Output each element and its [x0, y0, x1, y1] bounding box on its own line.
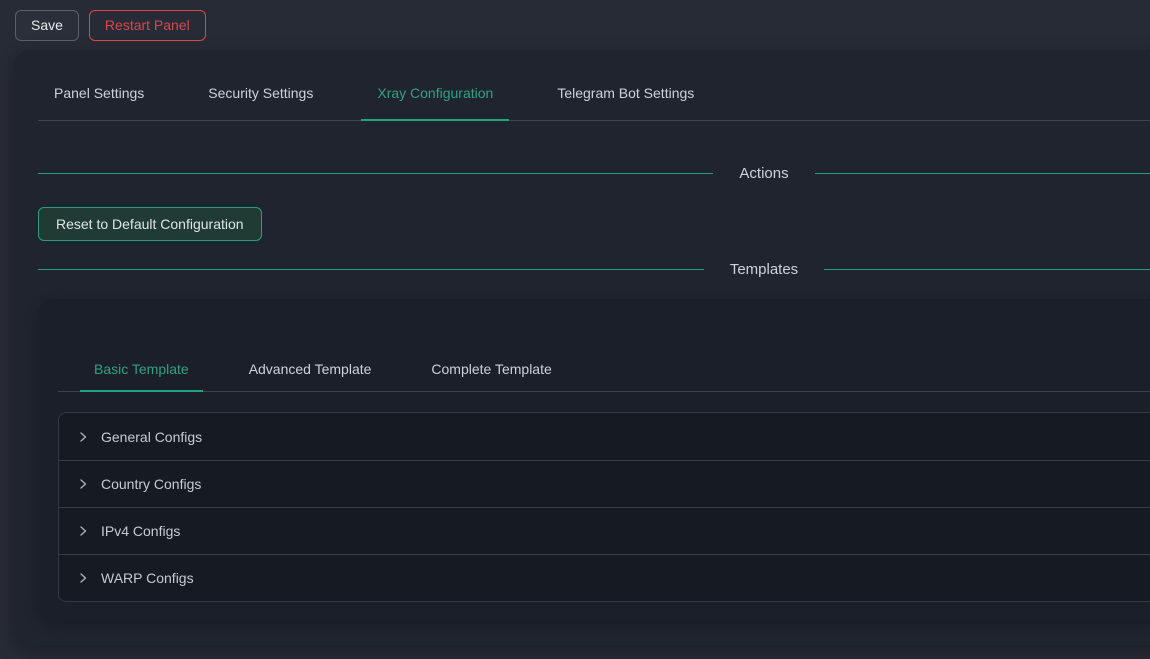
collapse-item-label: WARP Configs — [101, 570, 194, 586]
collapse-item-warp-configs[interactable]: WARP Configs — [59, 554, 1150, 601]
divider-line — [38, 173, 713, 174]
restart-panel-button[interactable]: Restart Panel — [89, 10, 206, 41]
divider-line — [38, 269, 704, 270]
tab-telegram-bot-settings[interactable]: Telegram Bot Settings — [541, 66, 710, 120]
chevron-right-icon — [77, 525, 89, 537]
chevron-right-icon — [77, 478, 89, 490]
chevron-right-icon — [77, 431, 89, 443]
template-tabs: Basic Template Advanced Template Complet… — [58, 347, 1150, 392]
collapse-item-label: Country Configs — [101, 476, 201, 492]
actions-row: Reset to Default Configuration — [38, 207, 1150, 241]
tab-complete-template[interactable]: Complete Template — [417, 347, 565, 391]
chevron-right-icon — [77, 572, 89, 584]
save-button[interactable]: Save — [15, 10, 79, 41]
templates-divider-label: Templates — [704, 261, 824, 278]
tab-panel-settings[interactable]: Panel Settings — [38, 66, 160, 120]
collapse-item-label: General Configs — [101, 429, 202, 445]
tab-basic-template[interactable]: Basic Template — [80, 347, 203, 391]
templates-card: Basic Template Advanced Template Complet… — [38, 299, 1150, 621]
template-config-collapse: General Configs Country Configs IPv4 Con… — [58, 412, 1150, 602]
collapse-item-label: IPv4 Configs — [101, 523, 180, 539]
settings-card: Panel Settings Security Settings Xray Co… — [14, 50, 1150, 645]
collapse-item-ipv4-configs[interactable]: IPv4 Configs — [59, 507, 1150, 554]
actions-divider-label: Actions — [713, 165, 814, 182]
actions-divider: Actions — [38, 161, 1150, 185]
collapse-item-country-configs[interactable]: Country Configs — [59, 460, 1150, 507]
divider-line — [815, 173, 1150, 174]
templates-divider: Templates — [38, 257, 1150, 281]
main-tabs: Panel Settings Security Settings Xray Co… — [38, 66, 1150, 121]
collapse-item-general-configs[interactable]: General Configs — [59, 413, 1150, 460]
tab-security-settings[interactable]: Security Settings — [192, 66, 329, 120]
reset-default-configuration-button[interactable]: Reset to Default Configuration — [38, 207, 262, 241]
tab-xray-configuration[interactable]: Xray Configuration — [361, 66, 509, 120]
toolbar: Save Restart Panel — [0, 0, 1150, 50]
tab-advanced-template[interactable]: Advanced Template — [235, 347, 386, 391]
divider-line — [824, 269, 1150, 270]
